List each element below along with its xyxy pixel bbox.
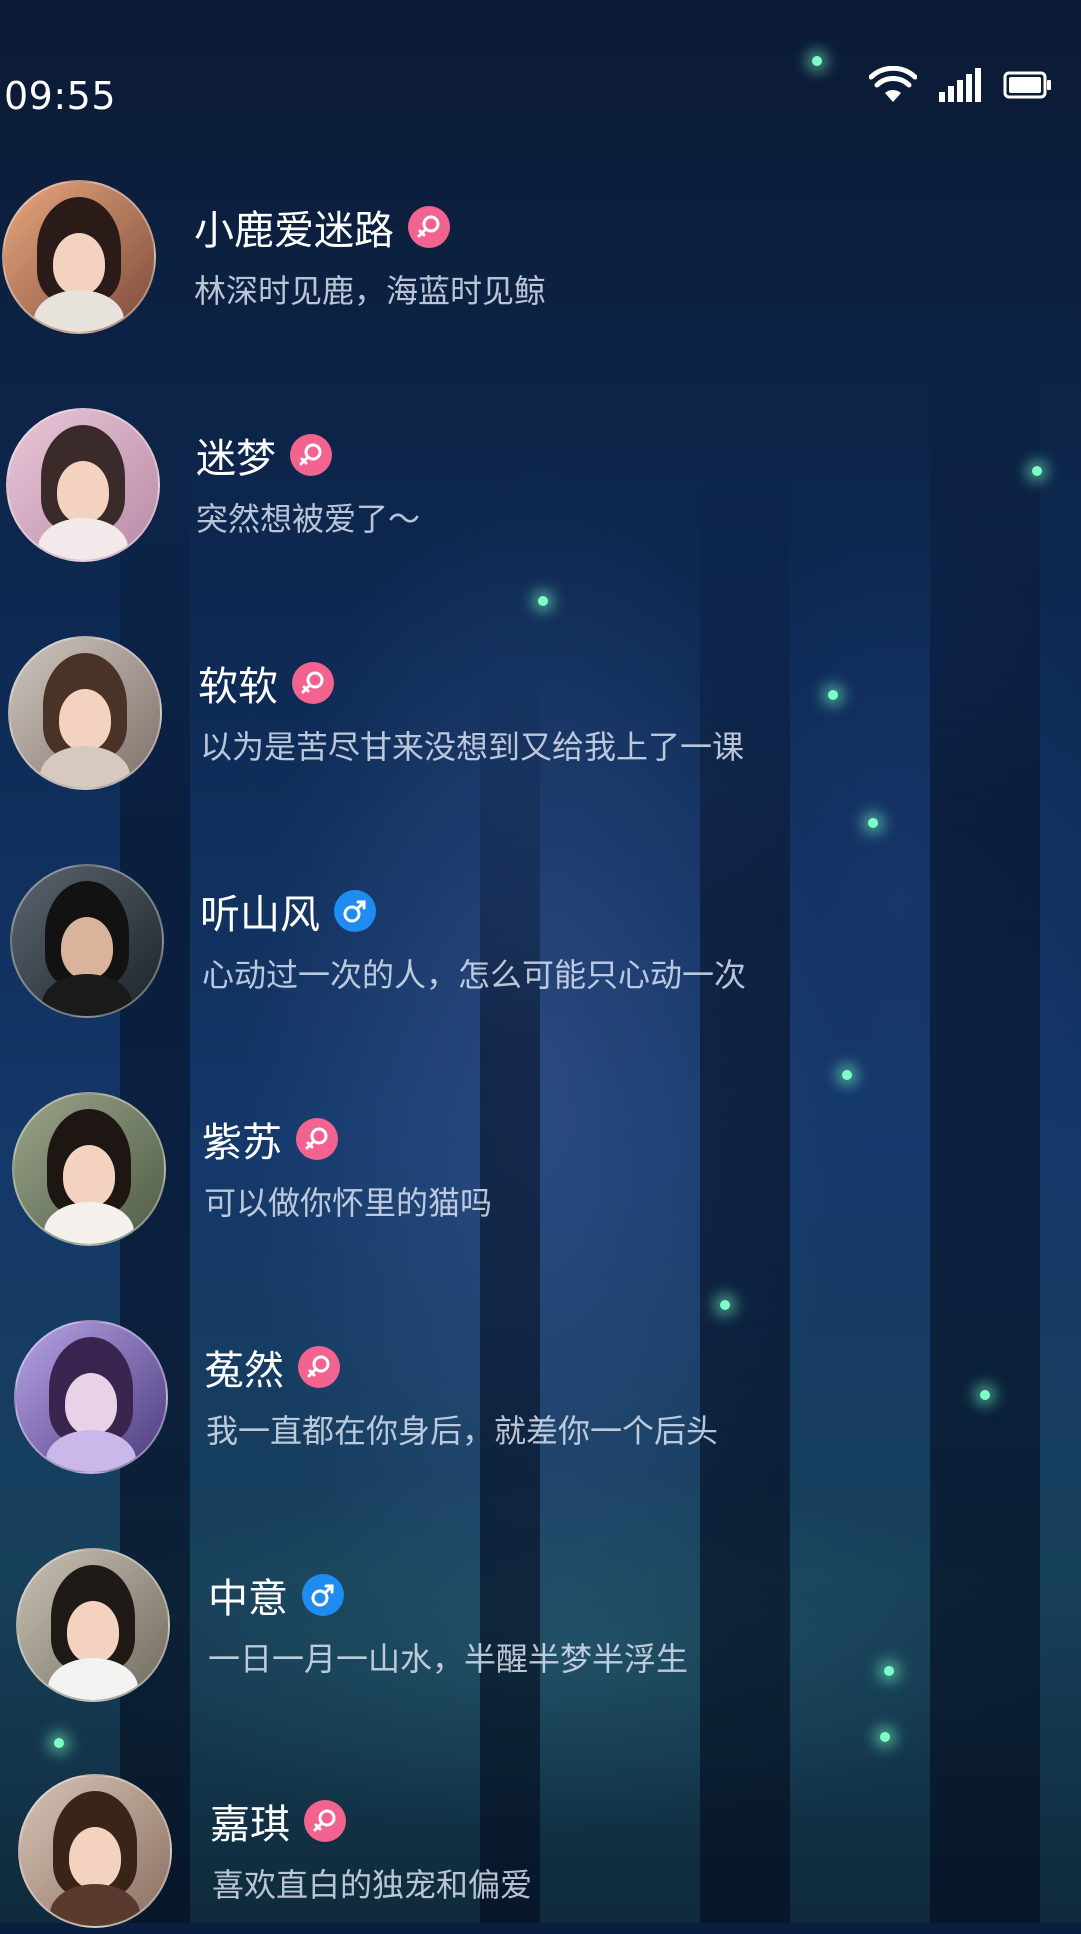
- female-icon: [296, 1118, 338, 1160]
- contact-row[interactable]: 嘉琪 喜欢直白的独宠和偏爱: [0, 1774, 1081, 1934]
- contact-row[interactable]: 软软 以为是苦尽甘来没想到又给我上了一课: [0, 636, 1081, 796]
- avatar[interactable]: [6, 408, 160, 562]
- contact-signature: 我一直都在你身后，就差你一个后头: [206, 1412, 719, 1450]
- contact-row[interactable]: 迷梦 突然想被爱了～: [0, 408, 1081, 568]
- contact-row[interactable]: 小鹿爱迷路 林深时见鹿，海蓝时见鲸: [0, 180, 1081, 340]
- avatar[interactable]: [18, 1774, 172, 1928]
- contact-row[interactable]: 中意 一日一月一山水，半醒半梦半浮生: [0, 1548, 1081, 1708]
- female-icon: [304, 1800, 346, 1842]
- avatar[interactable]: [10, 864, 164, 1018]
- avatar[interactable]: [2, 180, 156, 334]
- contact-name: 紫苏: [202, 1120, 282, 1166]
- contact-name: 中意: [208, 1576, 288, 1622]
- contact-row[interactable]: 紫苏 可以做你怀里的猫吗: [0, 1092, 1081, 1252]
- contact-name: 迷梦: [196, 436, 276, 482]
- tree-silhouette: [480, 673, 540, 1923]
- avatar[interactable]: [12, 1092, 166, 1246]
- male-icon: [302, 1574, 344, 1616]
- signal-icon: [939, 68, 981, 106]
- firefly: [720, 1300, 730, 1310]
- avatar[interactable]: [16, 1548, 170, 1702]
- contact-row[interactable]: 菟然 我一直都在你身后，就差你一个后头: [0, 1320, 1081, 1480]
- contact-name: 嘉琪: [210, 1802, 290, 1848]
- firefly: [54, 1738, 64, 1748]
- contact-signature: 突然想被爱了～: [196, 500, 421, 538]
- avatar[interactable]: [14, 1320, 168, 1474]
- status-time: 09:55: [4, 74, 117, 118]
- firefly: [538, 596, 548, 606]
- avatar[interactable]: [8, 636, 162, 790]
- contact-signature: 心动过一次的人，怎么可能只心动一次: [202, 956, 747, 994]
- male-icon: [334, 890, 376, 932]
- contact-name: 菟然: [204, 1348, 284, 1394]
- contact-row[interactable]: 听山风 心动过一次的人，怎么可能只心动一次: [0, 864, 1081, 1024]
- battery-icon: [1003, 70, 1053, 104]
- contact-signature: 以为是苦尽甘来没想到又给我上了一课: [200, 728, 745, 766]
- contact-name: 小鹿爱迷路: [194, 208, 394, 254]
- contact-signature: 林深时见鹿，海蓝时见鲸: [194, 272, 547, 310]
- contact-signature: 喜欢直白的独宠和偏爱: [212, 1866, 533, 1904]
- status-bar: 09:55: [0, 0, 1081, 140]
- status-icons: [868, 65, 1053, 108]
- firefly: [842, 1070, 852, 1080]
- female-icon: [408, 206, 450, 248]
- contact-name: 听山风: [200, 892, 320, 938]
- firefly: [868, 818, 878, 828]
- female-icon: [298, 1346, 340, 1388]
- contact-name: 软软: [198, 664, 278, 710]
- contact-signature: 一日一月一山水，半醒半梦半浮生: [208, 1640, 689, 1678]
- firefly: [880, 1732, 890, 1742]
- female-icon: [290, 434, 332, 476]
- contact-signature: 可以做你怀里的猫吗: [204, 1184, 493, 1222]
- female-icon: [292, 662, 334, 704]
- wifi-icon: [868, 65, 918, 108]
